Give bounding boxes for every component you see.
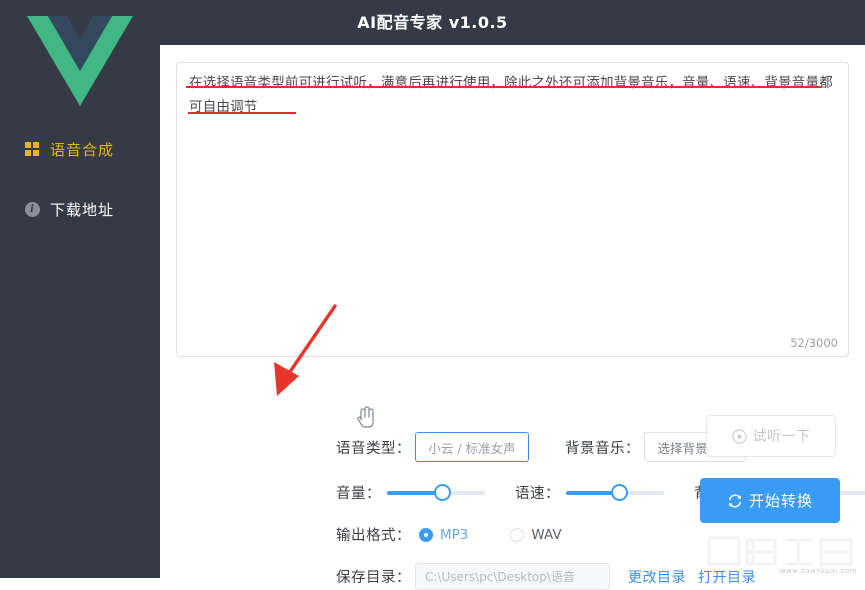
- sidebar-item-speech-synthesis[interactable]: 语音合成: [0, 130, 160, 168]
- preview-button-label: 试听一下: [752, 429, 811, 445]
- radio-dot-icon: [419, 527, 433, 542]
- speed-slider[interactable]: [566, 483, 664, 502]
- sidebar: 语音合成 i 下载地址: [0, 0, 160, 578]
- volume-slider[interactable]: [387, 483, 485, 502]
- voice-settings-row: 语音类型： 小云 / 标准女声 背景音乐： 选择背景音乐: [336, 432, 746, 462]
- character-counter: 52/3000: [790, 336, 838, 350]
- format-radio-wav-label: WAV: [531, 526, 562, 543]
- info-icon: i: [24, 201, 40, 217]
- grid-icon: [24, 141, 40, 157]
- application-window: AI配音专家 v1.0.5 语音合成 i 下载地址 在选择语音类型前可进行试听，…: [0, 0, 865, 590]
- play-circle-icon: [731, 428, 747, 444]
- format-radio-mp3[interactable]: MP3: [419, 527, 468, 543]
- vue-logo-icon: [27, 16, 133, 106]
- app-logo: [0, 14, 160, 110]
- voice-type-select[interactable]: 小云 / 标准女声: [415, 432, 529, 462]
- output-format-row: 输出格式： MP3 WAV: [336, 524, 562, 545]
- speed-slider-knob[interactable]: [611, 483, 629, 501]
- speed-label: 语速：: [515, 486, 560, 502]
- save-directory-row: 保存目录： C:\Users\pc\Desktop\语音 更改目录 打开目录: [336, 563, 756, 590]
- preview-button[interactable]: 试听一下: [706, 415, 836, 457]
- start-convert-button-label: 开始转换: [748, 492, 813, 510]
- sidebar-nav: 语音合成 i 下载地址: [0, 130, 160, 250]
- start-convert-button[interactable]: 开始转换: [700, 478, 840, 523]
- volume-slider-knob[interactable]: [434, 483, 452, 501]
- radio-dot-icon: [510, 527, 525, 542]
- background-music-label: 背景音乐：: [565, 440, 640, 457]
- volume-label: 音量：: [336, 486, 381, 502]
- output-format-label: 输出格式：: [336, 528, 411, 544]
- refresh-icon: [727, 493, 743, 509]
- voice-type-label: 语音类型：: [336, 440, 411, 457]
- sidebar-item-download-address[interactable]: i 下载地址: [0, 190, 160, 228]
- save-directory-input[interactable]: C:\Users\pc\Desktop\语音: [415, 563, 610, 590]
- sidebar-item-label: 下载地址: [50, 200, 115, 219]
- annotation-underline-line1: [186, 86, 821, 88]
- save-directory-label: 保存目录：: [336, 570, 411, 586]
- open-directory-link[interactable]: 打开目录: [698, 567, 756, 587]
- text-input-area[interactable]: 在选择语音类型前可进行试听，满意后再进行使用，除此之外还可添加背景音乐，音量、语…: [176, 62, 849, 357]
- format-radio-wav[interactable]: WAV: [510, 526, 562, 543]
- sidebar-item-label: 语音合成: [50, 140, 115, 159]
- annotation-underline-line2: [188, 112, 296, 114]
- format-radio-mp3-label: MP3: [440, 526, 469, 543]
- change-directory-link[interactable]: 更改目录: [628, 567, 686, 587]
